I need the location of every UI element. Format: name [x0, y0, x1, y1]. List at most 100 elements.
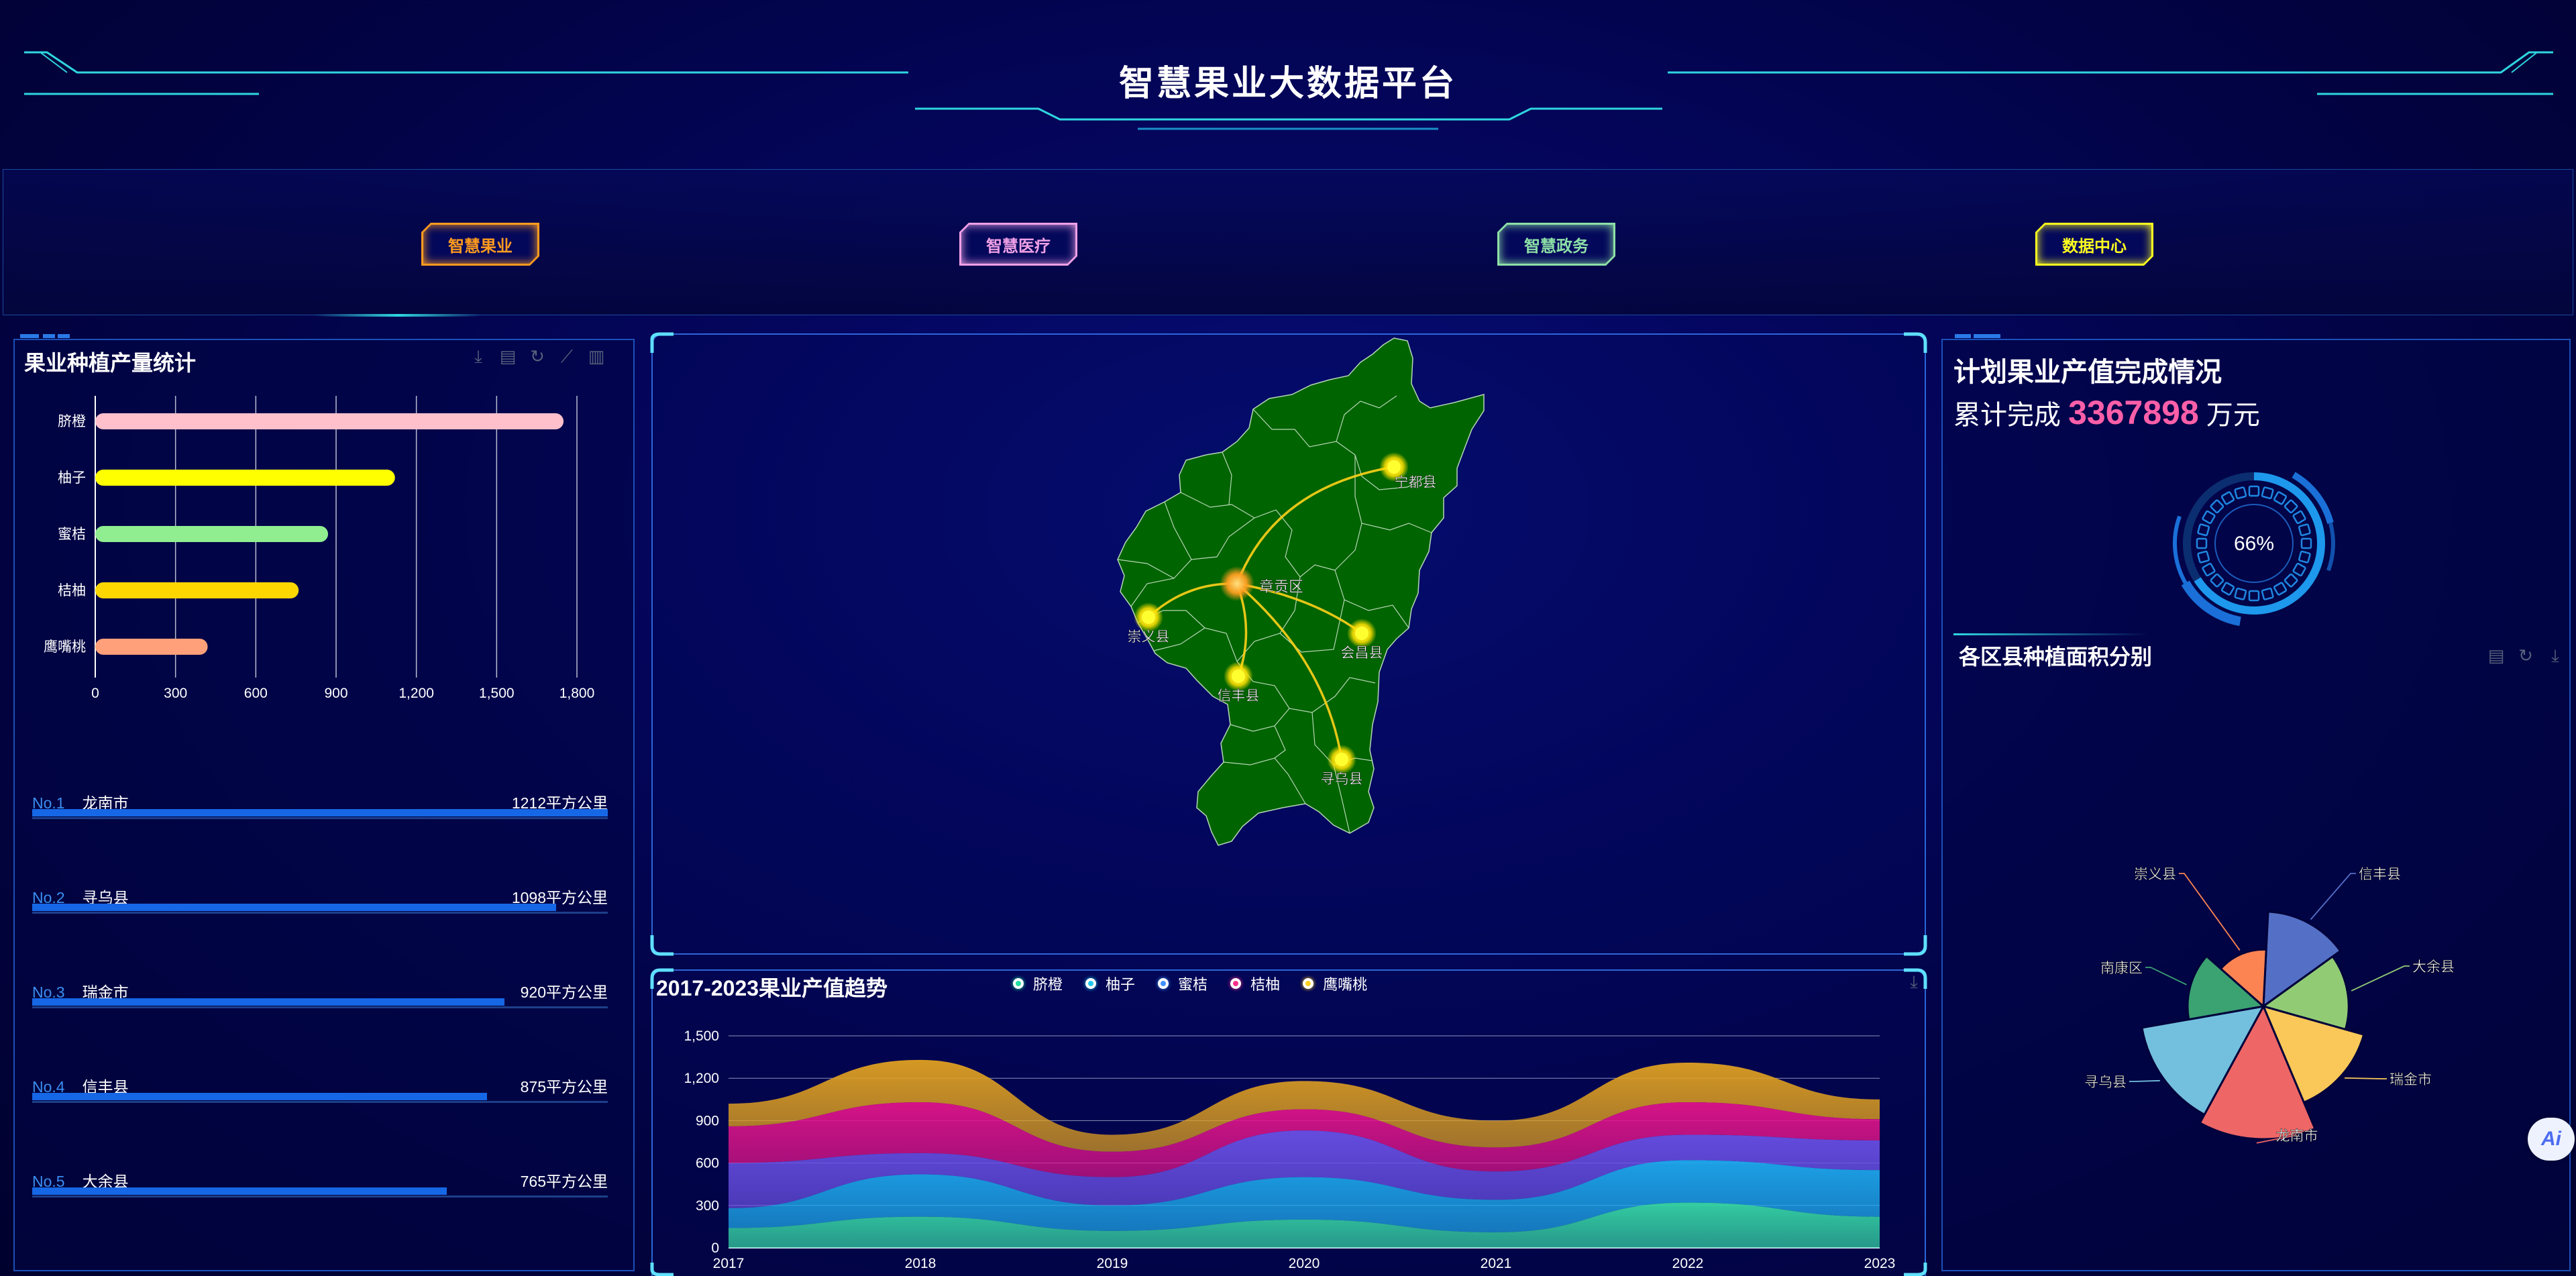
nav-label: 智慧医疗 [986, 237, 1051, 256]
gauge-tick [2210, 573, 2224, 588]
left-panel-corner [13, 334, 74, 339]
plan-total-value: 3367898 [2068, 394, 2199, 431]
map-city-label: 寻乌县 [1321, 772, 1363, 787]
map-city-label: 会昌县 [1341, 645, 1383, 661]
bar-chart-title: 果业种植产量统计 [24, 351, 197, 375]
gauge-tick [2220, 582, 2235, 596]
rose-label: 大余县 [2412, 959, 2455, 975]
gauge-tick [2197, 523, 2210, 537]
gauge-tick [2292, 562, 2306, 577]
plan-title: 计划果业产值完成情况 [1953, 358, 2222, 387]
legend-item[interactable]: 桔柚 [1230, 973, 1280, 994]
download-icon[interactable]: ⤓ [2545, 645, 2565, 666]
x-tick-label: 2017 [713, 1256, 745, 1271]
y-category-label: 桔柚 [58, 583, 86, 598]
rank-track [32, 1006, 608, 1008]
y-tick-label: 0 [711, 1240, 719, 1256]
gauge-tick [2261, 486, 2274, 500]
nav-band [3, 169, 2573, 315]
ranking-row: No.5 大余县 765平方公里 [32, 1169, 608, 1198]
y-tick-label: 1,500 [684, 1028, 719, 1044]
ranking-row: No.3 瑞金市 920平方公里 [32, 979, 608, 1008]
rose-label-line [2345, 1077, 2387, 1079]
x-tick-label: 2020 [1289, 1256, 1320, 1271]
legend-label: 鹰嘴桃 [1323, 976, 1368, 993]
gauge-tick [2261, 587, 2274, 600]
x-tick-label: 1,200 [398, 686, 434, 701]
nav-button-smart-fruit[interactable]: 智慧果业 [421, 223, 539, 266]
bar-chart-icon[interactable]: ▥ [586, 346, 606, 366]
legend-label: 蜜桔 [1178, 976, 1208, 993]
gauge-tick [2273, 491, 2288, 505]
yield-trend-chart: 0 300 600 900 1,200 1,500 2017 2018 2019 2020 2021… [684, 1028, 1895, 1271]
nav-button-smart-government[interactable]: 智慧政务 [1497, 223, 1615, 266]
rose-label: 南康区 [2100, 961, 2143, 976]
rank-area: 920平方公里 [520, 983, 608, 1001]
data-view-icon[interactable]: ▤ [498, 346, 518, 366]
rank-progress-bar [32, 1093, 487, 1100]
legend-label: 脐橙 [1033, 976, 1063, 993]
gauge-tick [2196, 537, 2208, 549]
refresh-icon[interactable]: ↻ [2516, 645, 2536, 666]
legend-label: 柚子 [1106, 976, 1136, 993]
page-title: 智慧果业大数据平台 [1118, 64, 1457, 103]
trend-title: 2017-2023果业产值趋势 [656, 976, 888, 1000]
y-tick-label: 300 [696, 1198, 719, 1214]
x-tick-label: 1,800 [559, 686, 595, 701]
nav-label: 智慧政务 [1524, 237, 1589, 256]
nav-button-smart-medical[interactable]: 智慧医疗 [959, 223, 1077, 266]
legend-marker [1303, 978, 1314, 989]
legend-marker [1158, 978, 1169, 989]
gauge-tick [2248, 590, 2260, 602]
gauge-tick [2273, 582, 2288, 596]
gauge-tick [2300, 537, 2312, 549]
download-icon[interactable]: ⤓ [468, 346, 488, 366]
ganzhou-map[interactable]: 章贡区 宁都县崇义县会昌县信丰县寻乌县 [1073, 329, 1503, 859]
rank-progress-bar [32, 809, 608, 816]
bar-chart-toolbox: ⤓ ▤ ↻ ⟋ ▥ [468, 346, 606, 366]
rank-track [32, 912, 608, 914]
gauge-tick [2298, 523, 2311, 537]
download-icon[interactable]: ⤓ [1904, 971, 1924, 992]
nav-band-accent [314, 314, 482, 317]
bar [95, 526, 329, 542]
nav-button-data-center[interactable]: 数据中心 [2035, 223, 2153, 266]
center-marker [1220, 566, 1254, 601]
legend-item[interactable]: 脐橙 [1013, 973, 1063, 994]
legend-label: 桔柚 [1250, 976, 1281, 993]
legend-item[interactable]: 蜜桔 [1158, 973, 1208, 994]
rose-label-line [2310, 873, 2356, 920]
rose-label-line [2351, 965, 2410, 992]
x-tick-label: 600 [244, 686, 268, 701]
gauge-tick [2220, 491, 2235, 505]
gauge-tick [2197, 550, 2210, 564]
gauge-tick [2298, 550, 2311, 564]
x-tick-label: 0 [91, 686, 99, 701]
rank-area: 765平方公里 [520, 1173, 608, 1190]
bar [95, 413, 564, 429]
data-view-icon[interactable]: ▤ [2486, 645, 2506, 666]
line-chart-icon[interactable]: ⟋ [557, 346, 577, 366]
x-tick-label: 900 [324, 686, 347, 701]
y-category-label: 脐橙 [58, 414, 86, 429]
refresh-icon[interactable]: ↻ [527, 346, 547, 366]
gauge-tick [2202, 510, 2216, 525]
gauge-tick [2210, 499, 2224, 514]
gauge-tick [2248, 485, 2260, 497]
rose-label-line [2179, 873, 2241, 951]
bar [95, 639, 208, 655]
x-tick-label: 2022 [1672, 1256, 1704, 1271]
y-tick-label: 1,200 [684, 1071, 719, 1086]
legend-item[interactable]: 鹰嘴桃 [1303, 973, 1367, 994]
ranking-row: No.4 信丰县 875平方公里 [32, 1074, 608, 1103]
legend-item[interactable]: 柚子 [1085, 973, 1135, 994]
rose-label-line [2145, 967, 2187, 986]
legend-marker [1085, 978, 1097, 989]
ai-assistant-button[interactable]: Ai [2528, 1118, 2575, 1161]
x-tick-label: 2018 [905, 1256, 936, 1271]
x-tick-label: 2021 [1481, 1256, 1512, 1271]
gauge-tick [2292, 510, 2306, 525]
x-tick-label: 1,500 [479, 686, 515, 701]
area-toolbox: ▤ ↻ ⤓ [2486, 645, 2565, 666]
progress-gauge: 66% [2173, 472, 2335, 627]
